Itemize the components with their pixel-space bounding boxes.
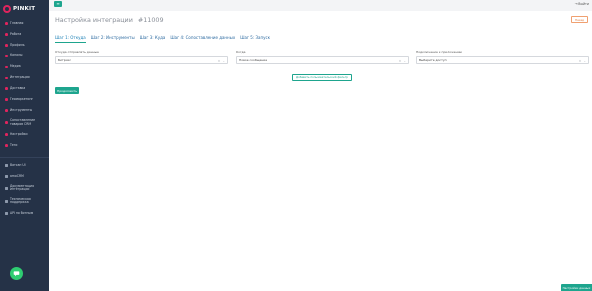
sidebar-item-label: Сопоставление товаров CRM <box>9 118 35 126</box>
connection-label: Подключение к приложению <box>416 50 463 54</box>
tab-step-5[interactable]: Шаг 5: Запуск <box>240 35 270 43</box>
sidebar-item-label: Доставка <box>9 86 26 91</box>
docs-icon <box>5 186 8 190</box>
clear-icon[interactable]: × <box>218 59 221 63</box>
connection-select[interactable]: Выберите доступ × ⌄ <box>416 56 589 64</box>
sidebar-item-label: Медиа <box>9 64 21 69</box>
sidebar-item-label: API по ботным <box>9 210 34 215</box>
logout-icon: ⇥ <box>574 2 578 6</box>
back-button[interactable]: Назад <box>571 16 588 23</box>
chevron-down-icon: ⌄ <box>403 58 406 63</box>
integration-id: #11009 <box>137 16 164 24</box>
data-settings-button[interactable]: Настройки данных <box>561 284 592 291</box>
sidebar-secondary-nav: Ватсап UI amoCRM Документация интеграции… <box>0 157 49 219</box>
page-title: Настройка интеграции #11009 <box>55 16 164 24</box>
sidebar-item-label: Ватсап UI <box>9 162 26 167</box>
sidebar-item-channels[interactable]: Каналы <box>0 51 49 62</box>
integrations-icon <box>5 76 8 80</box>
sidebar-item-geo[interactable]: Геомаркетинг <box>0 94 49 105</box>
sidebar-item-label: amoCRM <box>9 173 24 178</box>
crm-icon <box>5 121 8 124</box>
clear-icon[interactable]: × <box>579 59 582 63</box>
sidebar-item-label: Работа <box>9 31 22 36</box>
sidebar-item-settings[interactable]: Настройки <box>0 129 49 140</box>
event-label: Когда <box>236 50 246 54</box>
sidebar-item-api[interactable]: API по ботным <box>0 208 49 219</box>
sidebar-item-label: Техническая поддержка <box>9 196 31 205</box>
whatsapp-icon <box>5 164 8 167</box>
sidebar: PINKIT Главная Работа Профиль Каналы Мед… <box>0 0 49 291</box>
geo-icon <box>5 98 8 101</box>
logo[interactable]: PINKIT <box>3 4 46 13</box>
chat-icon <box>13 271 20 277</box>
step-tabs: Шаг 1: Откуда Шаг 2: Инструменты Шаг 3: … <box>55 35 275 43</box>
sidebar-item-whatsapp[interactable]: Ватсап UI <box>0 160 49 171</box>
sidebar-item-label: Главная <box>9 20 24 25</box>
event-select[interactable]: Новое сообщение × ⌄ <box>236 56 409 64</box>
sidebar-item-docs[interactable]: Документация интеграции <box>0 182 49 195</box>
tags-icon <box>5 144 8 147</box>
sidebar-item-label: Геомаркетинг <box>9 96 34 101</box>
sidebar-item-tags[interactable]: Теги <box>0 140 49 151</box>
tab-step-4[interactable]: Шаг 4: Сопоставление данных <box>170 35 235 43</box>
page-title-text: Настройка интеграции <box>55 16 133 24</box>
delivery-icon <box>5 87 8 91</box>
channels-icon <box>5 54 8 58</box>
settings-icon <box>5 133 8 136</box>
logout-label: Выйти <box>578 2 589 6</box>
source-value: Битрикс <box>58 58 72 62</box>
work-icon <box>5 33 8 36</box>
support-icon <box>5 199 8 203</box>
sidebar-item-home[interactable]: Главная <box>0 18 49 29</box>
sidebar-nav: Главная Работа Профиль Каналы Медиа Инте… <box>0 18 49 151</box>
page-header: Настройка интеграции #11009 Назад <box>49 11 592 30</box>
connection-value: Выберите доступ <box>419 58 447 62</box>
tab-step-2[interactable]: Шаг 2: Инструменты <box>91 35 135 43</box>
main-content: Шаг 1: Откуда Шаг 2: Инструменты Шаг 3: … <box>49 30 592 291</box>
tab-step-3[interactable]: Шаг 3: Куда <box>140 35 166 43</box>
event-value: Новое сообщение <box>239 58 268 62</box>
source-label: Откуда отправлять данные <box>55 50 99 54</box>
continue-button[interactable]: Продолжить <box>55 87 79 94</box>
sidebar-item-profile[interactable]: Профиль <box>0 40 49 51</box>
api-icon <box>5 211 8 215</box>
profile-icon <box>5 43 8 47</box>
tab-step-1[interactable]: Шаг 1: Откуда <box>55 35 86 43</box>
menu-toggle-button[interactable]: ≡ <box>54 1 62 7</box>
clear-icon[interactable]: × <box>399 59 402 63</box>
sidebar-item-work[interactable]: Работа <box>0 29 49 40</box>
sidebar-item-label: Профиль <box>9 42 25 47</box>
chevron-down-icon: ⌄ <box>583 58 586 63</box>
media-icon <box>5 65 8 69</box>
sidebar-item-crm[interactable]: Сопоставление товаров CRM <box>0 116 49 129</box>
sidebar-item-label: Каналы <box>9 53 23 58</box>
logout-link[interactable]: ⇥ Выйти <box>574 2 589 6</box>
sidebar-item-amocrm[interactable]: amoCRM <box>0 171 49 182</box>
sidebar-item-label: Инструменты <box>9 107 33 112</box>
crm-box-icon <box>5 175 8 178</box>
chevron-down-icon: ⌄ <box>222 58 225 63</box>
sidebar-item-support[interactable]: Техническая поддержка <box>0 195 49 208</box>
sidebar-item-label: Документация интеграции <box>9 183 34 192</box>
sidebar-item-integrations[interactable]: Интеграции <box>0 72 49 83</box>
sidebar-item-label: Теги <box>9 142 18 147</box>
logo-text: PINKIT <box>13 5 36 12</box>
topbar: ≡ ⇥ Выйти <box>49 0 592 10</box>
sidebar-item-tools[interactable]: Инструменты <box>0 105 49 116</box>
tools-icon <box>5 109 8 112</box>
chat-button[interactable] <box>10 267 23 280</box>
logo-mark-icon <box>3 4 11 13</box>
sidebar-item-label: Интеграции <box>9 75 30 80</box>
sidebar-item-delivery[interactable]: Доставка <box>0 83 49 94</box>
add-filter-button[interactable]: Добавить пользовательский фильтр <box>292 74 352 81</box>
hamburger-icon: ≡ <box>56 1 60 6</box>
home-icon <box>5 22 8 25</box>
sidebar-item-media[interactable]: Медиа <box>0 62 49 73</box>
sidebar-item-label: Настройки <box>9 131 28 136</box>
source-select[interactable]: Битрикс × ⌄ <box>55 56 228 64</box>
